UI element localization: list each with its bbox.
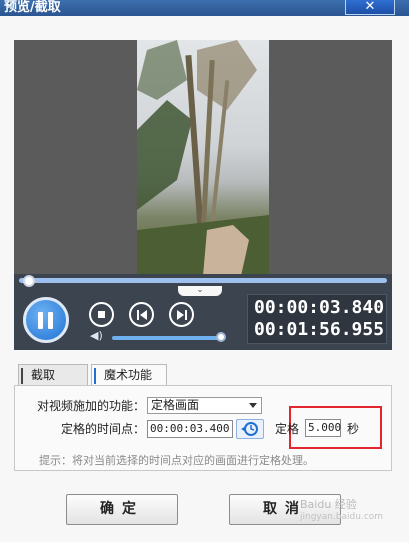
tab-capture[interactable]: 截取 xyxy=(18,364,88,386)
prev-frame-button[interactable] xyxy=(129,302,154,327)
stop-icon xyxy=(98,311,105,318)
tab-magic[interactable]: 魔术功能 xyxy=(91,364,167,386)
next-frame-button[interactable] xyxy=(169,302,194,327)
pause-button[interactable] xyxy=(23,297,69,343)
timepoint-label: 定格的时间点： xyxy=(60,422,145,436)
ok-button[interactable]: 确定 xyxy=(66,494,178,525)
dialog-body: ⌄ ◀) 00:00:03.840 00:01:56.955 截取 魔术功能 对… xyxy=(0,16,409,542)
volume-slider[interactable] xyxy=(112,336,220,340)
refresh-clock-icon xyxy=(241,422,258,436)
effect-label: 对视频施加的功能： xyxy=(36,399,145,413)
freeze-label: 定格 xyxy=(275,422,300,436)
video-preview xyxy=(14,40,392,276)
timepoint-input[interactable]: 00:00:03.400 xyxy=(147,420,233,438)
chevron-down-icon xyxy=(249,403,257,408)
freeze-duration-input[interactable]: 5.000 xyxy=(305,419,341,437)
tab-capture-label: 截取 xyxy=(31,368,56,382)
window-title: 预览/截取 xyxy=(4,0,61,15)
watermark-logo: Baidu 经验 xyxy=(300,498,357,511)
volume-handle[interactable] xyxy=(216,332,226,342)
stop-button[interactable] xyxy=(89,302,114,327)
seek-handle[interactable] xyxy=(23,275,35,287)
total-time: 00:01:56.955 xyxy=(254,319,385,340)
collapse-toggle[interactable]: ⌄ xyxy=(178,286,222,296)
time-display: 00:00:03.840 00:01:56.955 xyxy=(247,294,387,344)
tab-magic-label: 魔术功能 xyxy=(104,368,153,382)
volume-icon[interactable]: ◀) xyxy=(90,330,104,342)
current-time: 00:00:03.840 xyxy=(254,297,385,318)
hint-text: 提示：将对当前选择的时间点对应的画面进行定格处理。 xyxy=(39,454,314,467)
effect-select-value: 定格画面 xyxy=(151,398,200,412)
player-controls: ⌄ ◀) 00:00:03.840 00:01:56.955 xyxy=(14,274,392,350)
magic-panel: 对视频施加的功能： 定格画面 定格的时间点： 00:00:03.400 定格 5… xyxy=(14,385,392,471)
effect-select[interactable]: 定格画面 xyxy=(147,397,262,414)
video-frame xyxy=(137,40,269,276)
seconds-unit: 秒 xyxy=(347,422,360,436)
seek-bar[interactable] xyxy=(19,278,387,283)
watermark-url: jingyan.baidu.com xyxy=(300,512,384,522)
title-bar: 预览/截取 ✕ xyxy=(0,0,409,16)
set-current-time-button[interactable] xyxy=(236,419,264,439)
video-image xyxy=(137,40,269,276)
close-button[interactable]: ✕ xyxy=(345,0,395,15)
